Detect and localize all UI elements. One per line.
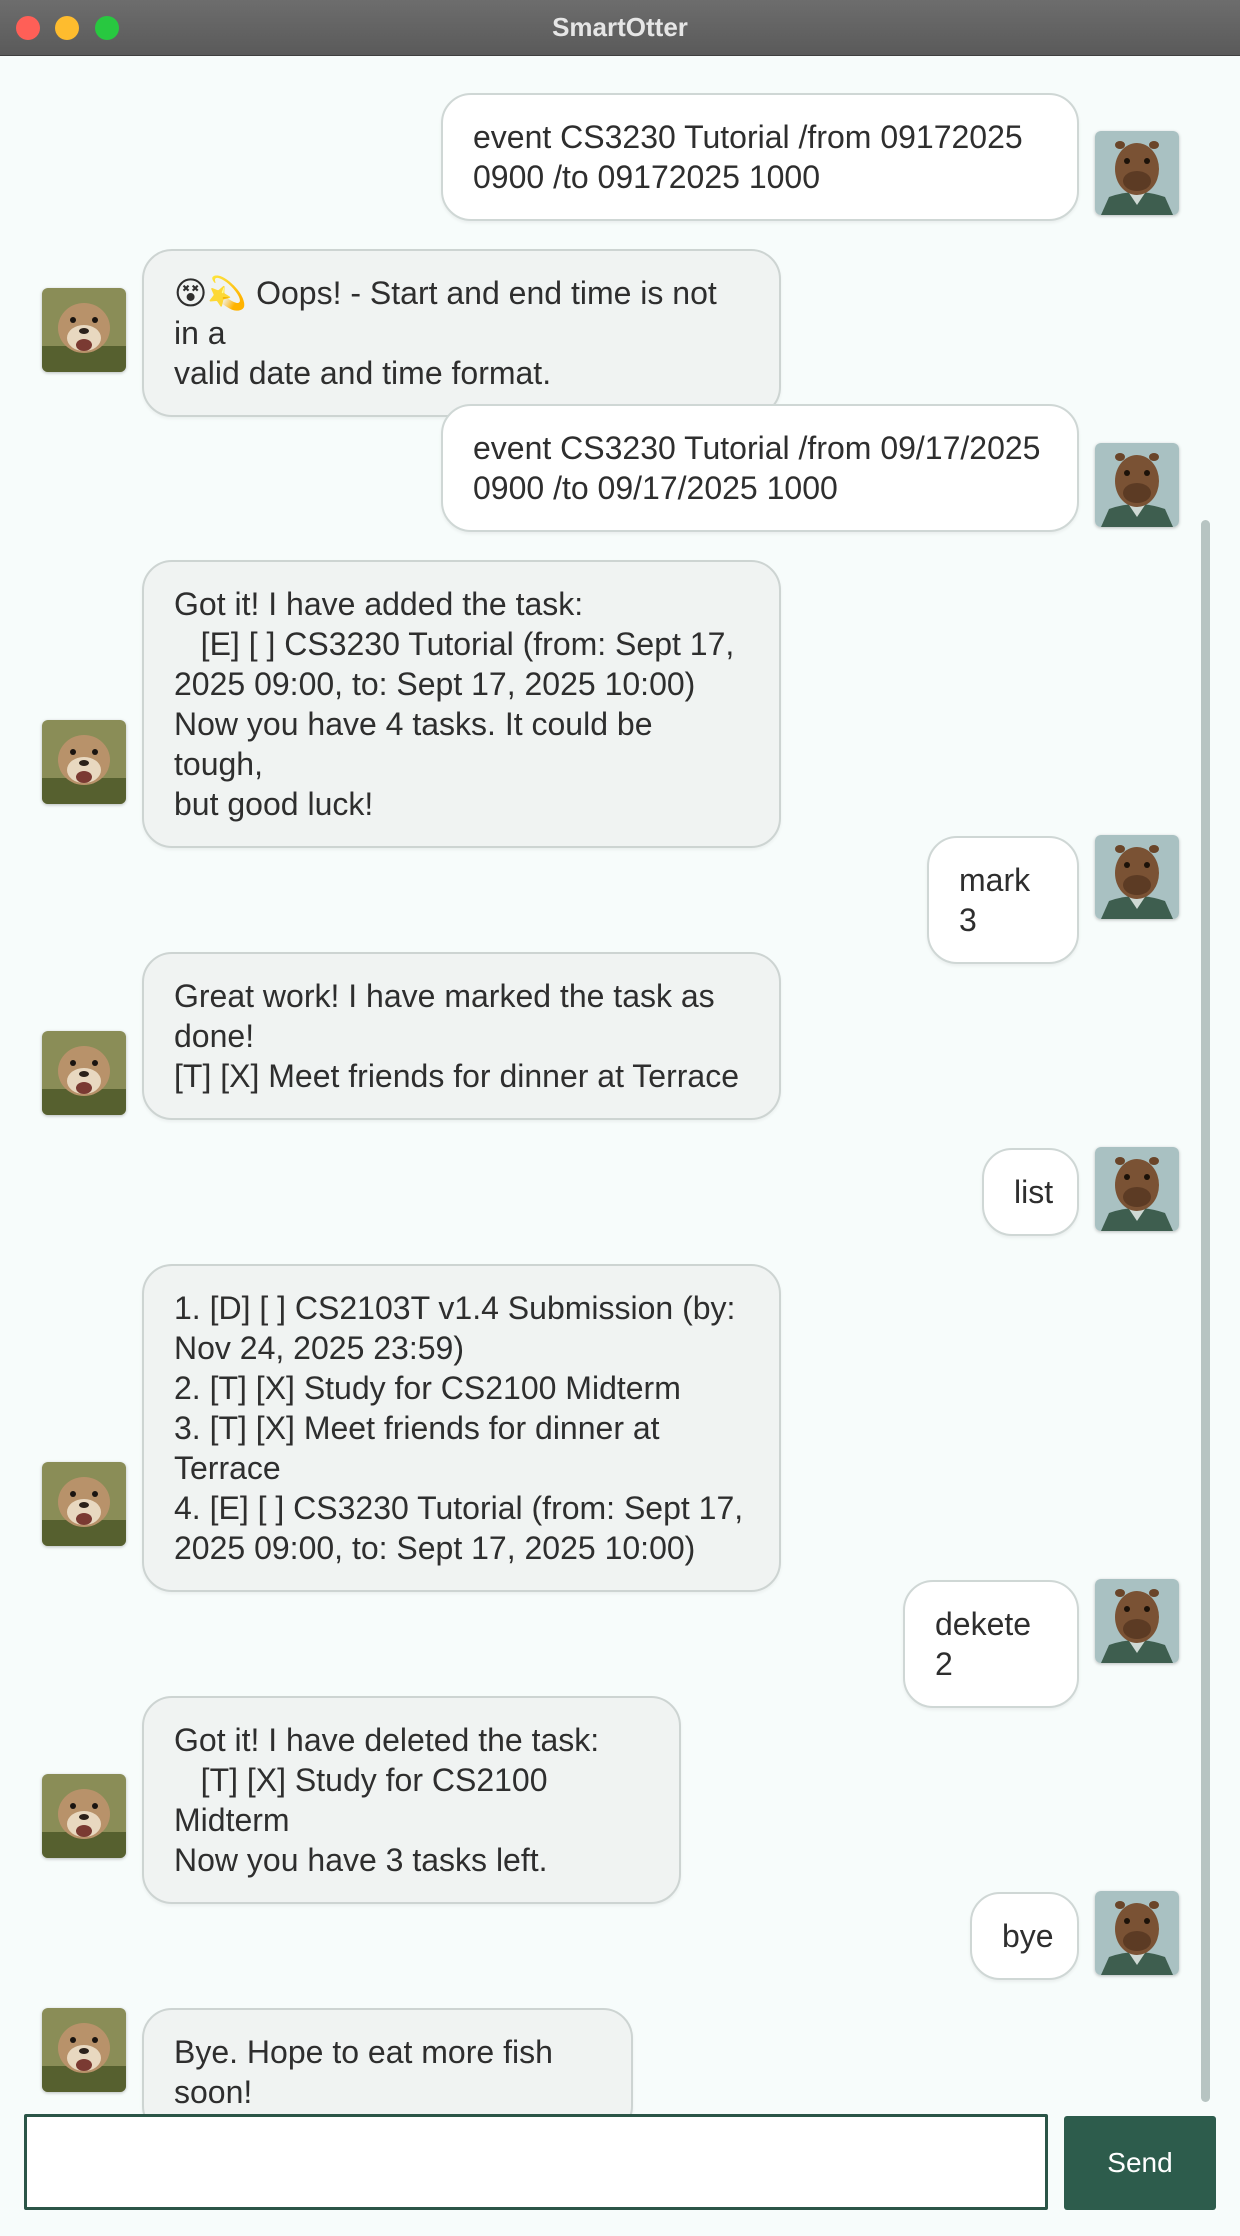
otter-avatar-icon — [42, 1462, 126, 1546]
user-message-bubble: dekete 2 — [903, 1580, 1079, 1708]
message-input[interactable] — [24, 2114, 1048, 2210]
capybara-avatar-icon — [1095, 1891, 1179, 1975]
bot-message-bubble: 😵💫 Oops! - Start and end time is not in … — [142, 249, 781, 417]
capybara-avatar-icon — [1095, 1579, 1179, 1663]
window-title: SmartOtter — [552, 12, 688, 42]
send-button[interactable]: Send — [1064, 2116, 1216, 2210]
capybara-avatar-icon — [1095, 1147, 1179, 1231]
bot-message-bubble: Got it! I have deleted the task: [T] [X]… — [142, 1696, 681, 1904]
capybara-avatar-icon — [1095, 835, 1179, 919]
user-message-bubble: list — [982, 1148, 1079, 1236]
user-message-bubble: bye — [970, 1892, 1079, 1980]
user-message-bubble: event CS3230 Tutorial /from 09172025 090… — [441, 93, 1079, 221]
title-bar: SmartOtter — [0, 0, 1240, 56]
user-message-bubble: event CS3230 Tutorial /from 09/17/2025 0… — [441, 404, 1079, 532]
otter-avatar-icon — [42, 720, 126, 804]
capybara-avatar-icon — [1095, 443, 1179, 527]
capybara-avatar-icon — [1095, 131, 1179, 215]
bot-message-bubble: Got it! I have added the task: [E] [ ] C… — [142, 560, 781, 848]
otter-avatar-icon — [42, 288, 126, 372]
otter-avatar-icon — [42, 1774, 126, 1858]
otter-avatar-icon — [42, 1031, 126, 1115]
bot-message-bubble: 1. [D] [ ] CS2103T v1.4 Submission (by: … — [142, 1264, 781, 1592]
user-message-bubble: mark 3 — [927, 836, 1079, 964]
dialog-scrollbar[interactable] — [1201, 520, 1210, 2102]
otter-avatar-icon — [42, 2008, 126, 2092]
bot-message-bubble: Great work! I have marked the task as do… — [142, 952, 781, 1120]
